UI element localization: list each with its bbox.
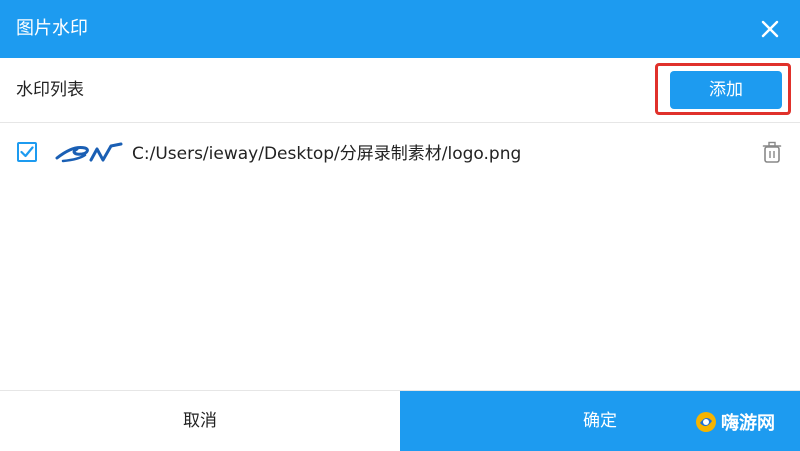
checkmark-icon xyxy=(20,146,34,158)
dialog-footer: 取消 确定 xyxy=(0,390,800,451)
watermark-list-header: 水印列表 添加 xyxy=(0,58,800,123)
add-watermark-button[interactable]: 添加 xyxy=(670,71,782,109)
watermark-list-item: C:/Users/ieway/Desktop/分屏录制素材/logo.png xyxy=(0,130,800,176)
logo-thumbnail xyxy=(55,142,123,163)
site-watermark-text: 嗨游网 xyxy=(721,413,775,434)
trash-icon[interactable] xyxy=(762,140,782,164)
site-logo-icon xyxy=(696,412,716,432)
close-icon xyxy=(761,20,779,38)
close-button[interactable] xyxy=(756,15,784,43)
site-watermark: 嗨游网 xyxy=(695,410,775,434)
watermark-checkbox[interactable] xyxy=(17,142,37,162)
watermark-list-label: 水印列表 xyxy=(16,80,84,100)
dialog-title: 图片水印 xyxy=(16,18,88,39)
cancel-button[interactable]: 取消 xyxy=(0,391,400,451)
watermark-file-path: C:/Users/ieway/Desktop/分屏录制素材/logo.png xyxy=(132,144,522,164)
dialog-titlebar: 图片水印 xyxy=(0,0,800,58)
